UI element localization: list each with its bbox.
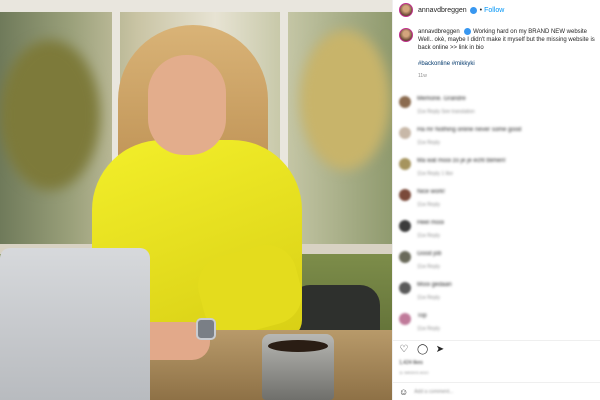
comment: Heel mooi 11w Reply — [399, 220, 597, 251]
separator-dot: • — [479, 6, 483, 14]
comment-text: Memorie. Grandre — [417, 96, 466, 102]
avatar[interactable] — [399, 96, 411, 108]
comment: Ma wat mooi zo je je echt blimen! 11w Re… — [399, 158, 597, 189]
comment-text: Mooi gedaan — [417, 282, 452, 288]
tree-foliage — [300, 30, 390, 170]
follow-button[interactable]: Follow — [484, 7, 504, 14]
comment-meta: 11w Reply See translation — [417, 109, 475, 115]
comment-meta: 11w Reply — [417, 295, 440, 301]
avatar[interactable] — [399, 189, 411, 201]
comment-meta: 11w Reply — [417, 233, 440, 239]
likes-count[interactable]: 1,424 likes — [399, 360, 423, 366]
coffee — [268, 340, 328, 352]
comment: Ha mr Nothing online never some good 11w… — [399, 127, 597, 158]
comment-list: Memorie. Grandre 11w Reply See translati… — [399, 96, 597, 344]
comment-body: Ha mr Nothing online never some good 11w… — [417, 127, 521, 158]
comment: Nice work! 11w Reply — [399, 189, 597, 220]
avatar[interactable] — [399, 158, 411, 170]
apple-logo-icon — [4, 306, 26, 334]
comment-meta: 11w Reply — [417, 202, 440, 208]
instagram-post: annavdbreggen • Follow annavdbreggen Wor… — [0, 0, 600, 400]
avatar[interactable] — [399, 127, 411, 139]
action-bar: ♡ ◯ ➤ — [393, 340, 600, 359]
comment: Mooi gedaan 11w Reply — [399, 282, 597, 313]
caption-username[interactable]: annavdbreggen — [418, 29, 460, 35]
verified-badge-icon — [469, 6, 477, 14]
comment-text: Ha mr Nothing online never some good — [417, 127, 522, 133]
comment-meta: 11w Reply 1 like — [417, 171, 454, 177]
add-comment-input[interactable]: Add a comment... — [414, 389, 453, 395]
caption-line-1: Working hard on my BRAND NEW website — [473, 29, 587, 36]
comment-body: Mooi gedaan 11w Reply — [417, 282, 452, 313]
verified-badge-icon — [464, 28, 472, 35]
post-photo[interactable] — [0, 0, 392, 400]
username[interactable]: annavdbreggen — [418, 7, 467, 14]
heart-icon[interactable]: ♡ — [399, 345, 409, 355]
caption-text: annavdbreggen Working hard on my BRAND N… — [418, 28, 597, 52]
avatar[interactable] — [399, 220, 411, 232]
emoji-icon[interactable]: ☺ — [399, 387, 408, 397]
comment-body: Heel mooi 11w Reply — [417, 220, 444, 251]
caption-timestamp: 11w — [418, 73, 427, 80]
comment-meta: 11w Reply — [417, 140, 440, 146]
comment-text: Heel mooi — [417, 220, 445, 226]
caption-line-3: >> link in bio — [450, 45, 484, 52]
comment-body: Memorie. Grandre 11w Reply See translati… — [417, 96, 475, 127]
add-comment-bar: ☺ Add a comment... — [393, 382, 600, 400]
avatar[interactable] — [399, 282, 411, 294]
post-header: annavdbreggen • Follow — [393, 0, 600, 20]
share-icon[interactable]: ➤ — [435, 345, 445, 355]
comment-text: Top — [417, 313, 427, 319]
window-frame-top — [0, 0, 392, 12]
avatar[interactable] — [399, 313, 411, 325]
face — [148, 55, 226, 155]
comment: Memorie. Grandre 11w Reply See translati… — [399, 96, 597, 127]
post-sidebar: annavdbreggen • Follow annavdbreggen Wor… — [392, 0, 600, 400]
post-age: 11 WEEKS AGO — [399, 370, 429, 375]
comment: Good job 11w Reply — [399, 251, 597, 282]
comment-text: Good job — [417, 251, 442, 257]
tree-foliage — [0, 40, 100, 190]
comment-icon[interactable]: ◯ — [417, 345, 428, 355]
smartwatch — [196, 318, 216, 340]
avatar[interactable] — [399, 28, 413, 42]
hashtags[interactable]: #backonline #mikkyki — [418, 61, 597, 67]
comment-meta: 11w Reply — [417, 326, 440, 332]
comment-text: Nice work! — [417, 189, 446, 195]
caption-line-2: Well.. okè, maybe I didn't make it mysel… — [418, 37, 595, 52]
comment-body: Ma wat mooi zo je je echt blimen! 11w Re… — [417, 158, 506, 189]
comment-body: Good job 11w Reply — [417, 251, 441, 282]
comment-meta: 11w Reply — [417, 264, 440, 270]
avatar[interactable] — [399, 251, 411, 263]
avatar[interactable] — [399, 3, 413, 17]
post-caption: annavdbreggen Working hard on my BRAND N… — [399, 28, 597, 79]
comment-text: Ma wat mooi zo je je echt blimen! — [417, 158, 506, 164]
comment-body: Nice work! 11w Reply — [417, 189, 445, 220]
